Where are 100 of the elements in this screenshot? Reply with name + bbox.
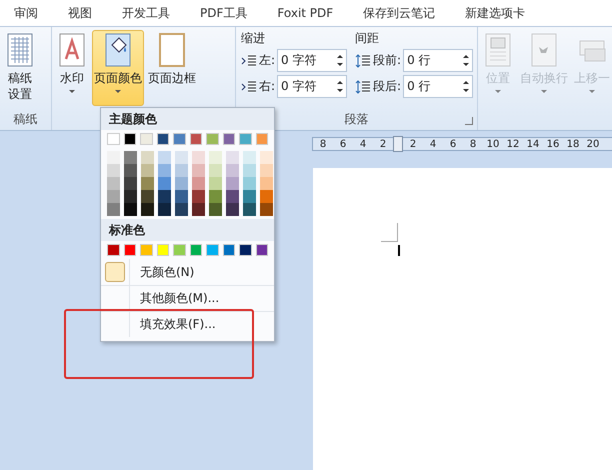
color-swatch[interactable] — [190, 133, 202, 145]
ribbon-tab[interactable]: 审阅 — [14, 4, 38, 22]
color-swatch[interactable] — [173, 133, 186, 145]
color-swatch[interactable] — [239, 244, 252, 256]
color-swatch[interactable] — [209, 177, 222, 190]
color-swatch[interactable] — [175, 203, 188, 216]
color-swatch[interactable] — [192, 177, 205, 190]
color-swatch[interactable] — [222, 133, 235, 145]
color-swatch[interactable] — [124, 177, 137, 190]
spin-field[interactable]: 0 字符 — [277, 75, 348, 98]
group-label: 段落 — [344, 110, 368, 128]
color-swatch[interactable] — [192, 190, 205, 203]
color-swatch[interactable] — [260, 203, 273, 216]
color-swatch[interactable] — [239, 133, 252, 145]
ruler-number: 18 — [566, 138, 580, 150]
color-swatch[interactable] — [156, 133, 169, 145]
page-border-icon — [157, 33, 187, 67]
color-swatch[interactable] — [209, 203, 222, 216]
spin-field[interactable]: 0 行 — [403, 75, 474, 98]
ribbon-tab[interactable]: PDF工具 — [200, 4, 248, 22]
color-swatch[interactable] — [107, 151, 120, 164]
ribbon-tab[interactable]: 新建选项卡 — [465, 4, 526, 22]
menu-item[interactable]: 填充效果(F)... — [130, 316, 216, 333]
color-swatch[interactable] — [158, 190, 171, 203]
color-swatch[interactable] — [158, 164, 171, 177]
color-swatch[interactable] — [192, 151, 205, 164]
color-swatch[interactable] — [260, 151, 273, 164]
color-swatch[interactable] — [124, 244, 136, 256]
color-swatch[interactable] — [124, 133, 136, 145]
color-swatch[interactable] — [107, 244, 120, 256]
ribbon-tab[interactable]: Foxit PDF — [277, 6, 334, 20]
color-swatch[interactable] — [141, 177, 154, 190]
color-swatch[interactable] — [243, 203, 256, 216]
color-swatch[interactable] — [107, 190, 120, 203]
color-swatch[interactable] — [175, 151, 188, 164]
color-swatch[interactable] — [124, 190, 137, 203]
dialog-launcher-icon[interactable] — [465, 117, 473, 125]
color-swatch[interactable] — [192, 203, 205, 216]
color-swatch[interactable] — [156, 244, 169, 256]
color-swatch[interactable] — [209, 190, 222, 203]
color-swatch[interactable] — [243, 151, 256, 164]
menu-item[interactable]: 其他颜色(M)... — [130, 290, 220, 307]
color-swatch[interactable] — [192, 164, 205, 177]
color-swatch[interactable] — [243, 164, 256, 177]
color-swatch[interactable] — [175, 177, 188, 190]
color-swatch[interactable] — [140, 133, 152, 145]
indent-icon — [241, 54, 257, 68]
color-swatch[interactable] — [260, 190, 273, 203]
color-swatch[interactable] — [190, 244, 202, 256]
color-swatch[interactable] — [158, 203, 171, 216]
color-swatch[interactable] — [206, 244, 218, 256]
color-swatch[interactable] — [124, 203, 137, 216]
color-swatch[interactable] — [107, 164, 120, 177]
color-swatch[interactable] — [175, 164, 188, 177]
color-swatch[interactable] — [141, 164, 154, 177]
color-swatch[interactable] — [158, 151, 171, 164]
color-swatch[interactable] — [158, 177, 171, 190]
ribbon-button[interactable]: 稿纸设置 — [2, 30, 38, 106]
indent-marker-icon[interactable] — [393, 136, 403, 152]
color-swatch[interactable] — [141, 203, 154, 216]
color-swatch[interactable] — [226, 151, 239, 164]
ribbon-tab[interactable]: 开发工具 — [122, 4, 170, 22]
color-swatch[interactable] — [124, 151, 137, 164]
spin-field[interactable]: 0 行 — [403, 49, 474, 72]
color-swatch[interactable] — [209, 164, 222, 177]
spin-field[interactable]: 0 字符 — [277, 49, 348, 72]
spin-arrows-icon — [463, 55, 470, 66]
ribbon-tab[interactable]: 保存到云笔记 — [363, 4, 436, 22]
color-swatch[interactable] — [141, 190, 154, 203]
color-swatch[interactable] — [226, 203, 239, 216]
color-swatch[interactable] — [243, 177, 256, 190]
menu-item[interactable]: 无颜色(N) — [130, 264, 194, 280]
color-swatch[interactable] — [243, 190, 256, 203]
line-spacing-icon — [355, 80, 372, 94]
color-swatch[interactable] — [222, 244, 235, 256]
color-swatch[interactable] — [124, 164, 137, 177]
color-swatch[interactable] — [173, 244, 186, 256]
color-swatch[interactable] — [206, 133, 218, 145]
ribbon-button[interactable]: 页面边框 — [146, 30, 198, 106]
color-swatch[interactable] — [175, 190, 188, 203]
color-swatch[interactable] — [107, 203, 120, 216]
color-swatch[interactable] — [141, 151, 154, 164]
ribbon-button[interactable]: 水印 — [54, 30, 90, 106]
color-swatch[interactable] — [107, 177, 120, 190]
color-swatch[interactable] — [226, 164, 239, 177]
color-swatch[interactable] — [256, 133, 268, 145]
ribbon-tab[interactable]: 视图 — [68, 4, 92, 22]
color-swatch[interactable] — [260, 177, 273, 190]
color-swatch[interactable] — [209, 151, 222, 164]
color-swatch[interactable] — [260, 164, 273, 177]
ruler-number: 4 — [428, 138, 438, 150]
section-title: 间距 — [355, 30, 380, 46]
color-swatch[interactable] — [256, 244, 268, 256]
color-swatch[interactable] — [140, 244, 152, 256]
ribbon-button[interactable]: 页面颜色 — [92, 30, 144, 106]
color-swatch[interactable] — [226, 190, 239, 203]
color-swatch[interactable] — [226, 177, 239, 190]
ruler-number: 12 — [506, 138, 520, 150]
color-swatch[interactable] — [107, 133, 120, 145]
line-spacing-icon — [355, 54, 372, 68]
